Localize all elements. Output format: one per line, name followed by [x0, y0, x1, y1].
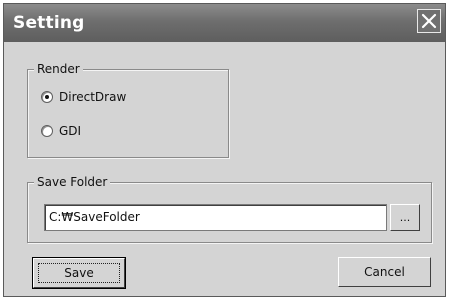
radio-gdi-label[interactable]: GDI	[59, 124, 81, 138]
save-folder-group-label: Save Folder	[34, 174, 111, 190]
render-group-label: Render	[34, 61, 83, 77]
radio-directdraw-label[interactable]: DirectDraw	[59, 90, 126, 104]
radio-selected-dot	[45, 95, 49, 99]
close-button[interactable]	[417, 9, 441, 33]
radio-gdi[interactable]: GDI	[41, 122, 81, 140]
save-folder-path-input[interactable]: C:₩SaveFolder	[44, 204, 387, 231]
radio-directdraw[interactable]: DirectDraw	[41, 88, 126, 106]
window-title: Setting	[13, 13, 85, 33]
save-button[interactable]: Save	[32, 257, 126, 289]
cancel-button[interactable]: Cancel	[338, 257, 431, 287]
radio-directdraw-button[interactable]	[41, 91, 53, 103]
browse-button[interactable]: ...	[390, 204, 420, 231]
settings-dialog: Setting Render DirectDraw GDI Save Folde…	[3, 3, 446, 297]
focus-rectangle: Save	[38, 263, 120, 283]
cancel-button-label: Cancel	[364, 265, 405, 279]
render-groupbox: Render DirectDraw GDI	[27, 61, 229, 158]
title-bar[interactable]: Setting	[4, 4, 445, 42]
save-folder-groupbox: Save Folder C:₩SaveFolder ...	[27, 174, 432, 243]
radio-gdi-button[interactable]	[41, 125, 53, 137]
save-button-label: Save	[64, 266, 94, 280]
